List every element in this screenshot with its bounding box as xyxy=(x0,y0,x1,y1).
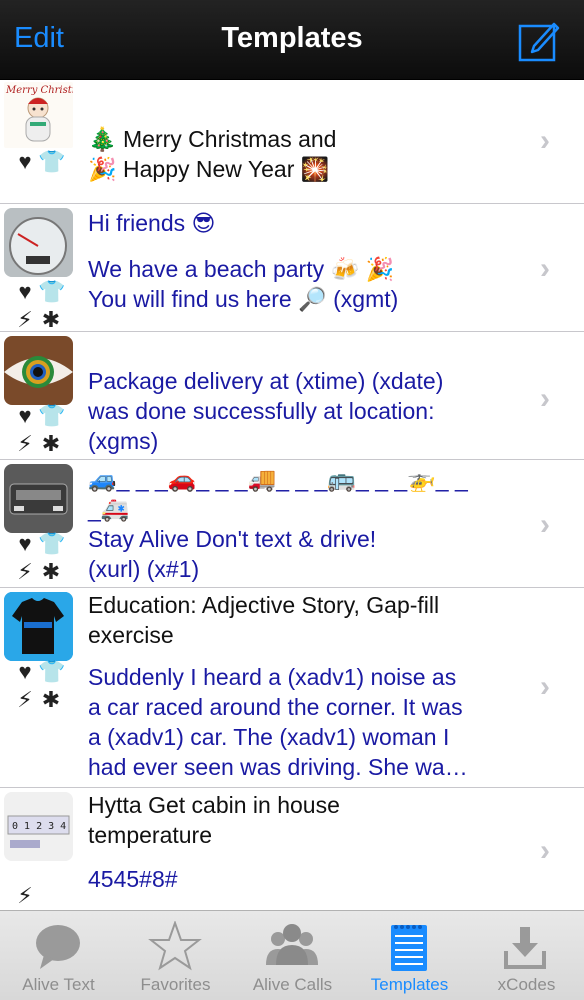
tab-templates[interactable]: Templates xyxy=(351,911,468,1000)
download-tray-icon xyxy=(468,921,584,971)
heart-icon: ♥ xyxy=(18,531,32,556)
chevron-right-icon: › xyxy=(540,670,550,703)
row-body-line: _🚑 xyxy=(88,496,130,522)
star-icon xyxy=(117,919,234,971)
puzzle-icon: ✱ xyxy=(41,687,61,712)
row-feature-icons: ♥ 👕 ⚡ ✱ xyxy=(12,658,72,718)
heart-icon: ♥ xyxy=(18,659,32,684)
row-name: Education: Adjective Story, Gap-fill xyxy=(88,592,440,618)
chevron-right-icon: › xyxy=(540,252,550,285)
row-body-line: You will find us here 🔎 (xgmt) xyxy=(88,286,399,312)
row-name: temperature xyxy=(88,822,213,848)
speech-bubble-icon xyxy=(0,921,117,971)
row-name: Hytta Get cabin in house xyxy=(88,792,340,818)
bolt-icon: ⚡ xyxy=(17,559,33,584)
list-item[interactable]: ♥ 👕 ⚡ ✱ 🚙_ _ _🚗_ _ _🚚_ _ _🚌_ _ _🚁_ _ _🚑 St… xyxy=(0,460,584,588)
tab-favorites[interactable]: Favorites xyxy=(117,911,234,1000)
page-title: Templates xyxy=(221,22,363,54)
row-body-line: Package delivery at (xtime) (xdate) xyxy=(88,368,444,394)
heart-icon: ♥ xyxy=(18,403,32,428)
chevron-right-icon: › xyxy=(540,508,550,541)
tab-alive-calls[interactable]: Alive Calls xyxy=(234,911,351,1000)
shirt-icon: 👕 xyxy=(38,149,66,174)
row-body-line: (xurl) (x#1) xyxy=(88,556,200,582)
compose-icon[interactable] xyxy=(518,20,560,62)
templates-list: Merry Christmas ♥👕 🎄 Merry Christmas and… xyxy=(0,80,584,910)
puzzle-icon: ✱ xyxy=(41,431,61,456)
chevron-right-icon: › xyxy=(540,382,550,415)
thumbnail-meter: 0 1 2 3 4 xyxy=(4,792,73,861)
row-content: Hi friends 😎 We have a beach party 🍻 🎉 Y… xyxy=(88,208,528,314)
row-body-line: 🎄 Merry Christmas and xyxy=(88,126,337,152)
row-body-line: (xgms) xyxy=(88,428,159,454)
tab-label: Alive Calls xyxy=(252,975,333,994)
row-body-line: 4545#8# xyxy=(88,866,178,892)
puzzle-icon: ✱ xyxy=(41,559,61,584)
list-item[interactable]: ♥ 👕 ⚡ ✱ Hi friends 😎 We have a beach party… xyxy=(0,204,584,332)
thumbnail-eye xyxy=(4,336,73,405)
shirt-icon: 👕 xyxy=(38,659,66,684)
row-body-line: had ever seen was driving. She wa… xyxy=(88,754,468,780)
row-feature-icons: ♥ 👕 xyxy=(12,148,72,208)
heart-icon: ♥ xyxy=(18,279,32,304)
shirt-icon: 👕 xyxy=(38,403,66,428)
notepad-icon xyxy=(351,921,468,971)
tab-bar: Alive Text Favorites Alive Calls Templat… xyxy=(0,910,584,1000)
chevron-right-icon: › xyxy=(540,834,550,867)
bolt-icon: ⚡ xyxy=(17,687,33,712)
row-content: Education: Adjective Story, Gap-fill exe… xyxy=(88,590,528,782)
svg-text:0 1 2 3 4: 0 1 2 3 4 xyxy=(12,821,66,832)
row-content: 🚙_ _ _🚗_ _ _🚚_ _ _🚌_ _ _🚁_ _ _🚑 Stay Ali… xyxy=(88,464,528,584)
row-body-line: We have a beach party 🍻 🎉 xyxy=(88,256,395,282)
row-content: 🎄 Merry Christmas and 🎉 Happy New Year 🎇 xyxy=(88,124,528,184)
row-content: Package delivery at (xtime) (xdate) was … xyxy=(88,366,528,456)
row-body-line: Suddenly I heard a (xadv1) noise as xyxy=(88,664,457,690)
bolt-icon: ⚡ xyxy=(17,307,33,332)
row-body-line: a (xadv1) car. The (xadv1) woman I xyxy=(88,724,450,750)
thumbnail-christmas: Merry Christmas xyxy=(4,82,73,148)
thumbnail-jersey xyxy=(4,592,73,661)
row-body-line: was done successfully at location: xyxy=(88,398,435,424)
list-item[interactable]: Merry Christmas ♥👕 🎄 Merry Christmas and… xyxy=(0,80,584,204)
tab-label: xCodes xyxy=(497,975,556,994)
row-feature-icons: ♥ 👕 ⚡ ✱ xyxy=(12,402,72,462)
row-name: exercise xyxy=(88,622,174,648)
row-content: Hytta Get cabin in house temperature 454… xyxy=(88,790,528,894)
tab-label: Favorites xyxy=(140,975,211,994)
shirt-icon: 👕 xyxy=(38,279,66,304)
row-body-line: a car raced around the corner. It was xyxy=(88,694,463,720)
row-body-line: 🎉 Happy New Year 🎇 xyxy=(88,156,330,182)
row-name: Hi friends 😎 xyxy=(88,210,216,236)
tab-xcodes[interactable]: xCodes xyxy=(468,911,584,1000)
chevron-right-icon: › xyxy=(540,124,550,157)
tab-label: Alive Text xyxy=(22,975,95,994)
list-item[interactable]: ♥ 👕 ⚡ ✱ Education: Adjective Story, Gap-fi… xyxy=(0,588,584,788)
thumb-caption: Merry Christmas xyxy=(5,85,73,96)
navigation-bar: Edit Templates xyxy=(0,0,584,80)
row-feature-icons: ⚡ xyxy=(12,882,72,910)
list-item[interactable]: 0 1 2 3 4 ⚡ Hytta Get cabin in house tem… xyxy=(0,788,584,910)
list-item[interactable]: ♥ 👕 ⚡ ✱ Package delivery at (xtime) (xdate… xyxy=(0,332,584,460)
shirt-icon: 👕 xyxy=(38,531,66,556)
people-icon xyxy=(234,921,351,971)
thumbnail-car xyxy=(4,464,73,533)
puzzle-icon: ✱ xyxy=(41,307,61,332)
heart-icon: ♥ xyxy=(18,149,32,174)
tab-alive-text[interactable]: Alive Text xyxy=(0,911,117,1000)
row-feature-icons: ♥ 👕 ⚡ ✱ xyxy=(12,530,72,590)
bolt-icon: ⚡ xyxy=(17,883,33,908)
thumbnail-speedometer xyxy=(4,208,73,277)
row-body-line: Stay Alive Don't text & drive! xyxy=(88,526,377,552)
row-body-line: 🚙_ _ _🚗_ _ _🚚_ _ _🚌_ _ _🚁_ _ xyxy=(88,466,468,492)
row-feature-icons: ♥ 👕 ⚡ ✱ xyxy=(12,278,72,338)
bolt-icon: ⚡ xyxy=(17,431,33,456)
tab-label: Templates xyxy=(370,975,449,994)
